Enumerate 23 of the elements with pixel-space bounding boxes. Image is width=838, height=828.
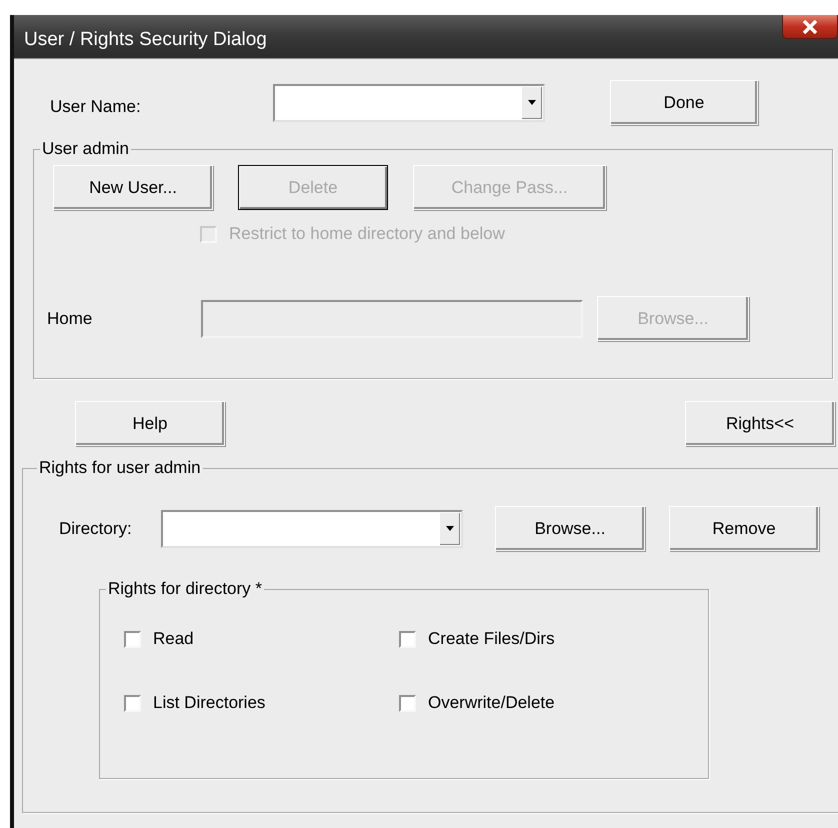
rights-toggle-button[interactable]: Rights<<: [685, 401, 835, 446]
right-checkbox[interactable]: List Directories: [124, 693, 399, 713]
dropdown-button[interactable]: [439, 512, 461, 546]
group-title: Rights for directory *: [107, 579, 263, 599]
dropdown-caret-icon: [446, 526, 454, 531]
home-label: Home: [47, 308, 94, 328]
remove-button[interactable]: Remove: [669, 506, 819, 551]
help-button[interactable]: Help: [75, 401, 225, 446]
done-button[interactable]: Done: [610, 80, 758, 125]
right-checkbox[interactable]: Overwrite/Delete: [399, 693, 659, 713]
group-title: Rights for user admin: [38, 458, 202, 478]
user-name-label: User Name:: [49, 96, 142, 116]
group-title: User admin: [41, 139, 130, 159]
window-title: User / Rights Security Dialog: [23, 28, 267, 51]
dropdown-caret-icon: [528, 100, 536, 105]
new-user-button[interactable]: New User...: [53, 165, 213, 210]
close-icon: [802, 20, 818, 34]
directory-label: Directory:: [59, 518, 133, 538]
close-button[interactable]: [782, 15, 838, 39]
right-checkbox[interactable]: Read: [124, 629, 399, 649]
dropdown-button[interactable]: [521, 86, 543, 120]
browse-button[interactable]: Browse...: [495, 506, 645, 551]
right-checkbox[interactable]: Create Files/Dirs: [399, 629, 659, 649]
